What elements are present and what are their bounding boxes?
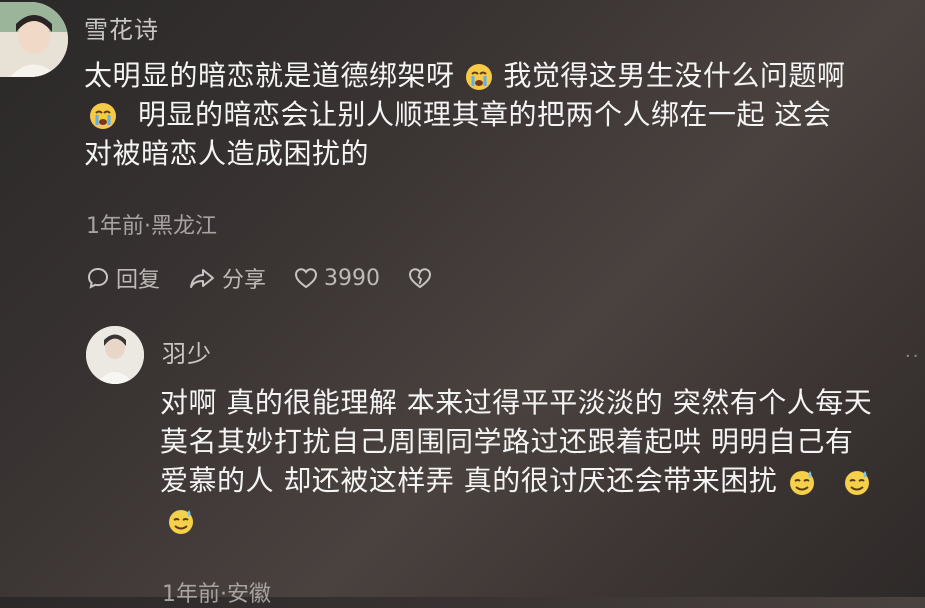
- like-button[interactable]: 3990: [294, 266, 380, 291]
- dislike-button[interactable]: [408, 267, 432, 289]
- comment-username[interactable]: 雪花诗: [84, 10, 159, 45]
- heart-icon: [295, 268, 318, 289]
- sweat-smile-icon: [789, 471, 814, 495]
- reply-label: 回复: [116, 268, 161, 293]
- comment-text: 太明显的暗恋就是道德绑架呀 我觉得这男生没什么问题啊 明显的暗恋会让别人顺理其章…: [84, 56, 914, 173]
- avatar-yushao[interactable]: [86, 326, 144, 384]
- comment-line-1: 太明显的暗恋就是道德绑架呀 我觉得这男生没什么问题啊: [84, 59, 846, 92]
- sweat-smile-icon: [169, 510, 193, 534]
- like-count: 3990: [324, 265, 381, 291]
- reply-line-2: 莫名其妙打扰自己周围同学路过还跟着起哄 明明自己有: [160, 425, 854, 458]
- share-button[interactable]: 分享: [188, 262, 266, 294]
- crying-face-icon: [465, 64, 492, 90]
- avatar-xuehuashi[interactable]: [0, 2, 68, 77]
- sweat-smile-icon: [845, 471, 870, 495]
- reply-line-1: 对啊 真的很能理解 本来过得平平淡淡的 突然有个人每天: [160, 386, 873, 419]
- comment-actions: 回复 分享 3990: [86, 262, 432, 294]
- reply-line-4: [160, 500, 920, 539]
- reply-button[interactable]: 回复: [86, 262, 160, 294]
- avatar-image: [0, 2, 68, 77]
- broken-heart-icon: [409, 268, 432, 289]
- avatar-image: [86, 326, 144, 384]
- reply-meta: 1年前·安徽: [162, 582, 271, 607]
- share-arrow-icon: [190, 269, 215, 288]
- crying-face-icon: [90, 103, 116, 129]
- comment-line-3: 对被暗恋人造成困扰的: [84, 137, 370, 170]
- comment-bubble-icon: [87, 267, 109, 289]
- reply-username[interactable]: 羽少: [162, 334, 212, 369]
- more-options-button[interactable]: ··: [905, 346, 920, 367]
- share-label: 分享: [222, 268, 267, 293]
- reply-text: 对啊 真的很能理解 本来过得平平淡淡的 突然有个人每天 莫名其妙打扰自己周围同学…: [160, 383, 920, 539]
- comment-line-2: 明显的暗恋会让别人顺理其章的把两个人绑在一起 这会: [84, 95, 914, 134]
- comment-meta: 1年前·黑龙江: [86, 214, 217, 239]
- reply-line-3: 爱慕的人 却还被这样弄 真的很讨厌还会带来困扰: [160, 461, 920, 500]
